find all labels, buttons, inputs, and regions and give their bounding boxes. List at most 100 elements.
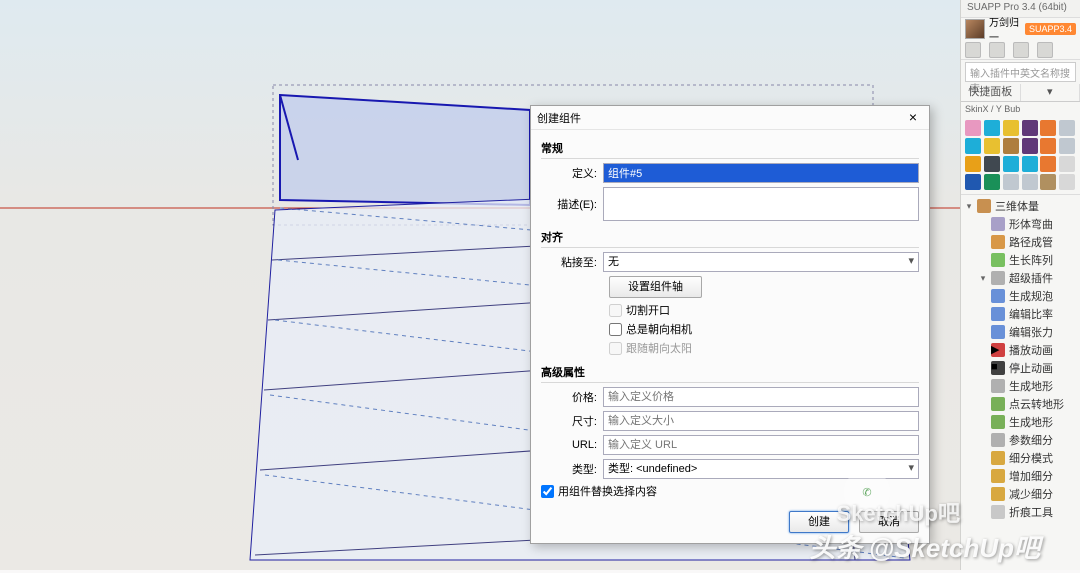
label-description: 描述(E): xyxy=(541,196,603,212)
palette-swatch[interactable] xyxy=(965,174,981,190)
palette-swatch[interactable] xyxy=(984,120,1000,136)
size-input[interactable] xyxy=(603,411,919,431)
node-label: 生成地形 xyxy=(1009,378,1053,394)
palette-swatch[interactable] xyxy=(1040,156,1056,172)
node-icon: ▶ xyxy=(991,343,1005,357)
tree-node[interactable]: 细分模式 xyxy=(961,449,1080,467)
panel-tab[interactable]: 快捷面板 xyxy=(961,84,1021,101)
node-label: 增加细分 xyxy=(1009,468,1053,484)
set-axes-button[interactable]: 设置组件轴 xyxy=(609,276,702,298)
node-icon xyxy=(991,217,1005,231)
panel-tab-dropdown[interactable]: ▾ xyxy=(1021,84,1080,101)
palette-swatch[interactable] xyxy=(1059,174,1075,190)
tree-node[interactable]: 生成地形 xyxy=(961,413,1080,431)
node-label: 生成地形 xyxy=(1009,414,1053,430)
chevron-icon: ▾ xyxy=(965,201,973,212)
tree-node[interactable]: ▾超级插件 xyxy=(961,269,1080,287)
tree-node[interactable]: 生成地形 xyxy=(961,377,1080,395)
home-icon[interactable] xyxy=(965,42,981,58)
tree-node[interactable]: 折痕工具 xyxy=(961,503,1080,521)
palette-swatch[interactable] xyxy=(984,156,1000,172)
tree-node[interactable]: ▶ 播放动画 xyxy=(961,341,1080,359)
node-icon xyxy=(991,415,1005,429)
palette-swatch[interactable] xyxy=(1040,174,1056,190)
folder-icon[interactable] xyxy=(989,42,1005,58)
palette-swatch[interactable] xyxy=(1022,138,1038,154)
face-sun-checkbox[interactable]: 跟随朝向太阳 xyxy=(609,340,919,356)
node-icon xyxy=(991,451,1005,465)
palette-swatch[interactable] xyxy=(965,138,981,154)
node-icon xyxy=(991,325,1005,339)
close-icon[interactable]: × xyxy=(903,109,923,127)
label-price: 价格: xyxy=(541,389,603,405)
palette-swatch[interactable] xyxy=(1003,138,1019,154)
tree-node[interactable]: 编辑比率 xyxy=(961,305,1080,323)
node-label: 生成规泡 xyxy=(1009,288,1053,304)
node-label: 折痕工具 xyxy=(1009,504,1053,520)
label-glue: 粘接至: xyxy=(541,254,603,270)
palette-swatch[interactable] xyxy=(1059,156,1075,172)
node-icon xyxy=(991,469,1005,483)
node-icon xyxy=(991,379,1005,393)
tree-node[interactable]: 路径成管 xyxy=(961,233,1080,251)
node-label: 编辑比率 xyxy=(1009,306,1053,322)
palette-swatch[interactable] xyxy=(1003,156,1019,172)
section-advanced: 高级属性 xyxy=(541,364,919,383)
palette-swatch[interactable] xyxy=(1040,138,1056,154)
palette-swatch[interactable] xyxy=(1059,120,1075,136)
search-icon[interactable] xyxy=(1037,42,1053,58)
label-size: 尺寸: xyxy=(541,413,603,429)
version-badge: SUAPP3.4 xyxy=(1025,23,1076,35)
node-label: 形体弯曲 xyxy=(1009,216,1053,232)
tree-node[interactable]: 生长阵列 xyxy=(961,251,1080,269)
palette-swatch[interactable] xyxy=(1040,120,1056,136)
node-label: 播放动画 xyxy=(1009,342,1053,358)
palette-swatch[interactable] xyxy=(1059,138,1075,154)
palette-swatch[interactable] xyxy=(1022,174,1038,190)
node-label: 三维体量 xyxy=(995,198,1039,214)
palette-swatch[interactable] xyxy=(984,138,1000,154)
palette-swatch[interactable] xyxy=(984,174,1000,190)
palette-swatch[interactable] xyxy=(1003,174,1019,190)
cut-opening-checkbox[interactable]: 切割开口 xyxy=(609,302,919,318)
node-label: 减少细分 xyxy=(1009,486,1053,502)
tree-node[interactable]: 形体弯曲 xyxy=(961,215,1080,233)
node-label: 细分模式 xyxy=(1009,450,1053,466)
node-icon xyxy=(977,199,991,213)
label-url: URL: xyxy=(541,439,603,451)
face-camera-checkbox[interactable]: 总是朝向相机 xyxy=(609,321,919,337)
tree-node[interactable]: 点云转地形 xyxy=(961,395,1080,413)
price-input[interactable] xyxy=(603,387,919,407)
plugin-search-input[interactable]: 输入插件中英文名称搜索 xyxy=(965,62,1076,82)
tree-node[interactable]: 生成规泡 xyxy=(961,287,1080,305)
palette-swatch[interactable] xyxy=(965,156,981,172)
definition-input[interactable] xyxy=(603,163,919,183)
tree-node[interactable]: 减少细分 xyxy=(961,485,1080,503)
node-icon xyxy=(991,307,1005,321)
node-icon xyxy=(991,271,1005,285)
node-icon xyxy=(991,487,1005,501)
toolbar-icons xyxy=(961,40,1080,60)
node-label: 点云转地形 xyxy=(1009,396,1064,412)
node-label: 路径成管 xyxy=(1009,234,1053,250)
tree-node[interactable]: 编辑张力 xyxy=(961,323,1080,341)
plugin-sidepanel: SUAPP Pro 3.4 (64bit) 万剑归一 SUAPP3.4 输入插件… xyxy=(960,0,1080,570)
node-label: 超级插件 xyxy=(1009,270,1053,286)
palette-swatch[interactable] xyxy=(1022,156,1038,172)
gear-icon[interactable] xyxy=(1013,42,1029,58)
plugin-palette xyxy=(961,116,1080,195)
glue-select[interactable]: 无 xyxy=(603,252,919,272)
tree-node[interactable]: 增加细分 xyxy=(961,467,1080,485)
palette-swatch[interactable] xyxy=(1003,120,1019,136)
tree-node[interactable]: 参数细分 xyxy=(961,431,1080,449)
description-input[interactable] xyxy=(603,187,919,221)
tree-node[interactable]: ■停止动画 xyxy=(961,359,1080,377)
palette-swatch[interactable] xyxy=(965,120,981,136)
url-input[interactable] xyxy=(603,435,919,455)
tree-node[interactable]: ▾ 三维体量 xyxy=(961,197,1080,215)
palette-swatch[interactable] xyxy=(1022,120,1038,136)
label-type: 类型: xyxy=(541,461,603,477)
avatar[interactable] xyxy=(965,19,985,39)
node-label: 生长阵列 xyxy=(1009,252,1053,268)
node-label: 停止动画 xyxy=(1009,360,1053,376)
